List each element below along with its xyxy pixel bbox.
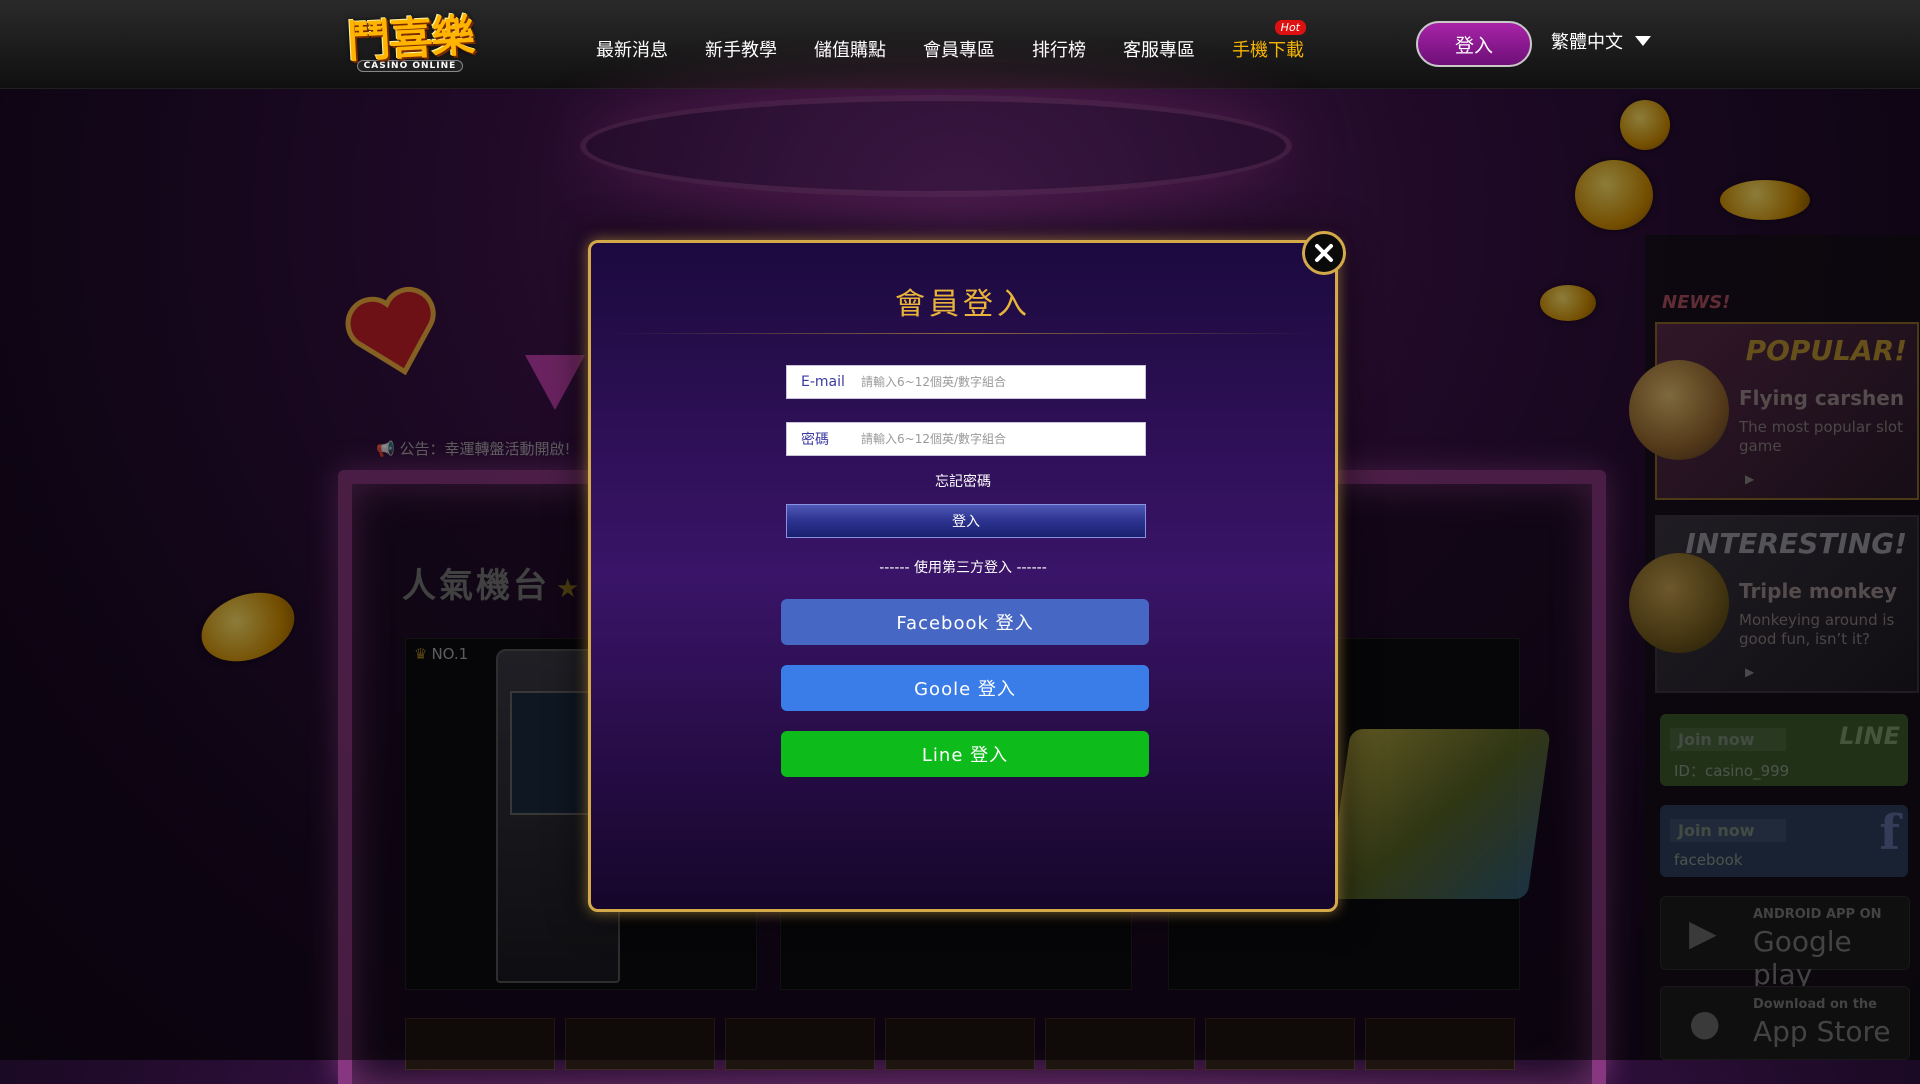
nav-item-mobile-download-label: 手機下載: [1232, 40, 1304, 61]
forgot-password-link[interactable]: 忘記密碼: [591, 471, 1335, 491]
modal-close-button[interactable]: [1302, 231, 1346, 275]
logo-text: 鬥喜樂: [345, 10, 475, 69]
header-login-button[interactable]: 登入: [1416, 21, 1532, 67]
close-icon: [1315, 244, 1333, 262]
nav-item-support[interactable]: 客服專區: [1123, 36, 1195, 62]
login-submit-button[interactable]: 登入: [786, 504, 1146, 538]
language-selector[interactable]: 繁體中文: [1551, 28, 1651, 54]
email-label: E-mail: [801, 374, 845, 390]
modal-title: 會員登入: [895, 287, 1031, 322]
google-login-button[interactable]: Goole 登入: [781, 665, 1149, 711]
language-label: 繁體中文: [1551, 32, 1623, 53]
password-field: 密碼: [786, 422, 1146, 456]
hot-badge: Hot: [1274, 20, 1306, 35]
nav-item-tutorial[interactable]: 新手教學: [705, 36, 777, 62]
main-nav: 最新消息 新手教學 儲值購點 會員專區 排行榜 客服專區 手機下載 Hot: [596, 20, 1341, 62]
line-login-button[interactable]: Line 登入: [781, 731, 1149, 777]
nav-item-mobile-download[interactable]: 手機下載 Hot: [1232, 20, 1306, 62]
password-input[interactable]: [855, 431, 1133, 447]
site-logo[interactable]: 鬥喜樂 CASINO ONLINE: [330, 10, 490, 78]
top-nav-bar: 鬥喜樂 CASINO ONLINE 最新消息 新手教學 儲值購點 會員專區 排行…: [0, 0, 1920, 89]
modal-divider: [609, 333, 1317, 334]
third-party-login-divider: ------ 使用第三方登入 ------: [879, 560, 1047, 576]
nav-item-members[interactable]: 會員專區: [923, 36, 995, 62]
member-login-modal: 會員登入 E-mail 密碼 忘記密碼 登入 ------ 使用第三方登入 --…: [588, 240, 1338, 912]
nav-item-news[interactable]: 最新消息: [596, 36, 668, 62]
chevron-down-icon: [1635, 36, 1651, 46]
email-field: E-mail: [786, 365, 1146, 399]
password-label: 密碼: [801, 432, 829, 448]
nav-item-leaderboard[interactable]: 排行榜: [1032, 36, 1086, 62]
email-input[interactable]: [855, 374, 1133, 390]
nav-item-topup[interactable]: 儲值購點: [814, 36, 886, 62]
facebook-login-button[interactable]: Facebook 登入: [781, 599, 1149, 645]
